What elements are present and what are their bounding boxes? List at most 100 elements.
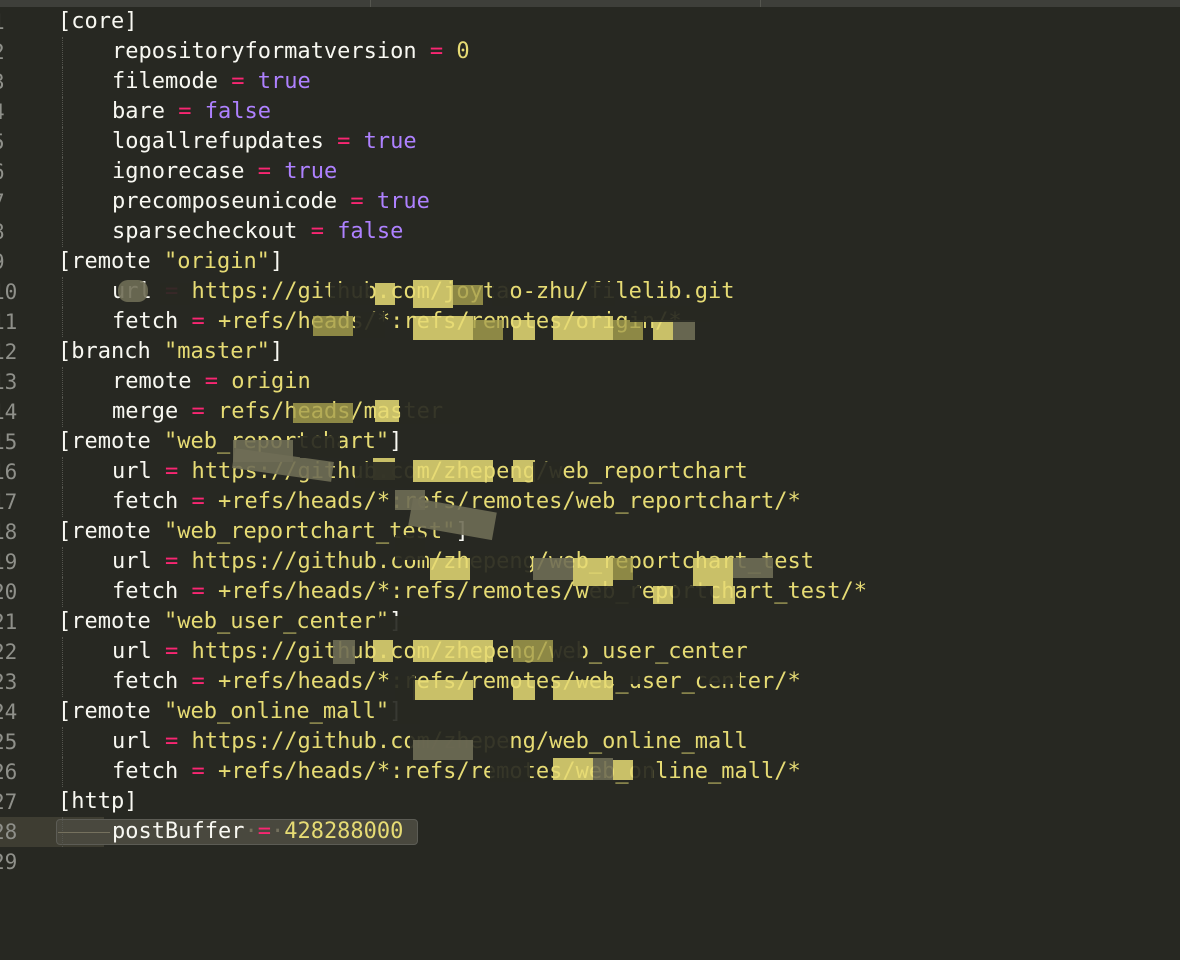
token-k xyxy=(205,309,218,334)
code-line[interactable]: 3 filemode = true xyxy=(0,67,1168,97)
line-number: 18 xyxy=(0,520,18,544)
token-op: = xyxy=(191,309,205,334)
line-number: 7 xyxy=(0,187,14,217)
code-line[interactable]: 25 url = https://github.com/zhepeng/web_o… xyxy=(0,727,1168,757)
line-content: repositoryformatversion = 0 xyxy=(58,39,470,64)
token-k xyxy=(205,759,218,784)
line-number: 4 xyxy=(0,97,14,127)
token-sec: [branch xyxy=(58,339,164,364)
token-op: = xyxy=(191,489,205,514)
line-number: 22 xyxy=(0,640,18,664)
code-line[interactable]: 16url = https://github.com/zhepeng/web_r… xyxy=(0,457,1168,487)
token-k: fetch xyxy=(112,579,192,604)
line-content: logallrefupdates = true xyxy=(58,129,417,154)
line-content: bare = false xyxy=(58,99,271,124)
line-content: [http] xyxy=(58,789,137,814)
line-content: [branch "master"] xyxy=(58,339,283,364)
code-line[interactable]: 21 [remote "web_user_center"] xyxy=(0,607,1168,637)
token-k: remote xyxy=(112,369,205,394)
line-content: [remote "origin"] xyxy=(58,249,283,274)
token-k: ignorecase xyxy=(112,159,258,184)
token-sec: ] xyxy=(269,249,284,274)
line-number: 20 xyxy=(0,580,18,604)
line-number: 21 xyxy=(0,610,18,634)
line-number: 29 xyxy=(0,850,18,874)
token-k xyxy=(178,639,191,664)
code-line[interactable]: 29 xyxy=(0,847,1168,877)
code-line[interactable]: 13 remote = origin xyxy=(0,367,1168,397)
token-sec: [core] xyxy=(58,9,138,34)
line-content: [remote "web_reportchart"] xyxy=(58,429,402,454)
token-k xyxy=(218,369,231,394)
token-k: fetch xyxy=(112,309,192,334)
line-content: url = https://github.com/zhepeng/web_use… xyxy=(58,639,748,664)
code-line[interactable]: 27 [http] xyxy=(0,787,1168,817)
line-content: fetch = +refs/heads/*:refs/remotes/web_r… xyxy=(58,579,867,604)
token-sec: ] xyxy=(389,429,403,454)
token-k xyxy=(205,489,218,514)
token-str: "web_online_mall" xyxy=(163,699,390,724)
token-op: = xyxy=(231,69,245,94)
code-line[interactable]: 28postBuffer·=·428288000 xyxy=(0,817,1168,847)
line-number: 14 xyxy=(0,400,18,424)
line-number: 16 xyxy=(0,460,18,484)
code-line[interactable]: 5 logallrefupdates = true xyxy=(0,127,1168,157)
code-line[interactable]: 9 [remote "origin"] xyxy=(0,247,1168,277)
token-op: = xyxy=(191,759,205,784)
token-op: = xyxy=(191,399,205,424)
token-sec: [http] xyxy=(58,789,138,814)
code-area[interactable]: 1 [core] 2 repositoryformatversion = 0 3 file… xyxy=(0,7,1168,877)
code-line[interactable]: 17 fetch = +refs/heads/*:refs/remotes/web… xyxy=(0,487,1168,517)
token-k xyxy=(205,579,218,604)
code-line[interactable]: 7 precomposeunicode = true xyxy=(0,187,1168,217)
tab-divider xyxy=(370,0,371,7)
token-k: url xyxy=(112,549,165,574)
token-k: url xyxy=(112,729,165,754)
token-op: = xyxy=(164,459,179,484)
token-dot: · xyxy=(270,819,285,844)
token-sec: [remote xyxy=(58,699,164,724)
token-k: fetch xyxy=(112,489,192,514)
line-content: filemode = true xyxy=(58,69,311,94)
code-line[interactable]: 1 [core] xyxy=(0,7,1168,37)
token-bool: true xyxy=(363,129,417,154)
token-k: repositoryformatversion xyxy=(112,39,430,64)
line-number: 9 xyxy=(0,247,14,277)
code-line[interactable]: 22 url = https://github.com/zhepeng/web_u… xyxy=(0,637,1168,667)
line-number: 28 xyxy=(0,820,18,844)
line-content: fetch = +refs/heads/*:refs/remotes/web_o… xyxy=(58,759,801,784)
line-number: 2 xyxy=(0,37,14,67)
token-val: 428288000 xyxy=(284,819,404,844)
token-k xyxy=(178,549,191,574)
token-k: fetch xyxy=(112,669,192,694)
line-number: 10 xyxy=(0,280,18,304)
token-op: = xyxy=(429,39,444,64)
token-op: = xyxy=(191,669,205,694)
line-number: 27 xyxy=(0,790,18,814)
token-sec: ] xyxy=(269,339,284,364)
code-line[interactable]: 18[remote "web_reportchart_test"] xyxy=(0,517,1168,547)
line-content: sparsecheckout = false xyxy=(58,219,403,244)
token-k xyxy=(364,189,377,214)
token-sec: [remote xyxy=(58,609,164,634)
line-content: precomposeunicode = true xyxy=(58,189,430,214)
token-k: url xyxy=(112,639,165,664)
token-val: 0 xyxy=(456,39,470,64)
token-k: bare xyxy=(112,99,179,124)
code-line[interactable]: 15 [remote "web_reportchart"] xyxy=(0,427,1168,457)
token-k xyxy=(205,399,218,424)
line-number: 11 xyxy=(0,310,18,334)
code-editor[interactable]: 1 [core] 2 repositoryformatversion = 0 3 file… xyxy=(0,0,1180,960)
code-line[interactable]: 12 [branch "master"] xyxy=(0,337,1168,367)
code-line[interactable]: 24 [remote "web_online_mall"] xyxy=(0,697,1168,727)
code-line[interactable]: 14merge = refs/heads/master xyxy=(0,397,1168,427)
code-line[interactable]: 2 repositoryformatversion = 0 xyxy=(0,37,1168,67)
tab-divider xyxy=(760,0,761,7)
line-number: 8 xyxy=(0,217,14,247)
tab-marker xyxy=(58,831,110,833)
token-bool: true xyxy=(257,69,311,94)
code-line[interactable]: 8 sparsecheckout = false xyxy=(0,217,1168,247)
line-number: 23 xyxy=(0,670,18,694)
code-line[interactable]: 4 bare = false xyxy=(0,97,1168,127)
code-line[interactable]: 6 ignorecase = true xyxy=(0,157,1168,187)
